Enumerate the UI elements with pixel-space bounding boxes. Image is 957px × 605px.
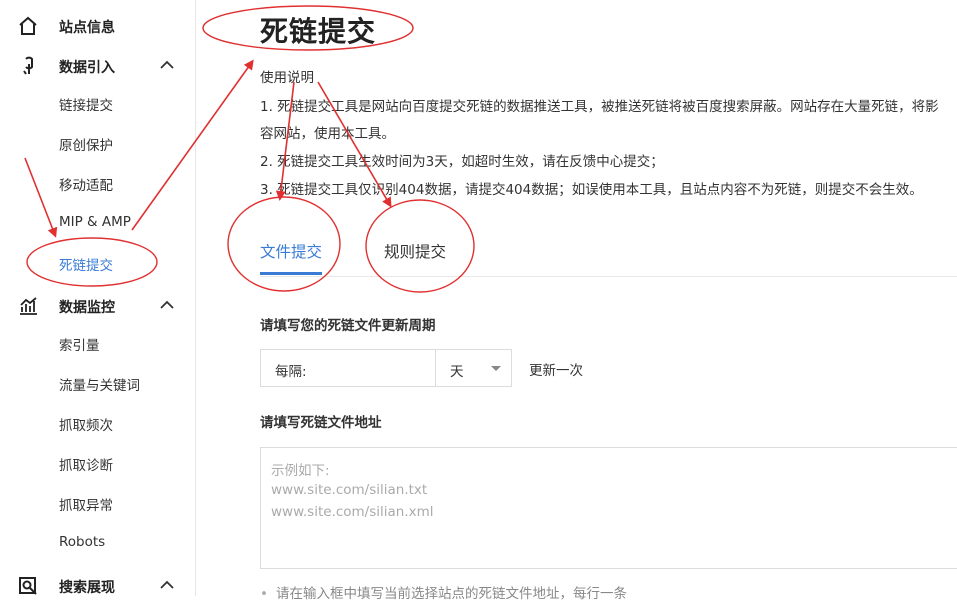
sidebar-group-label: 搜索展现 bbox=[59, 580, 115, 596]
sidebar-item-crawl-diagnosis[interactable]: 抓取诊断 bbox=[0, 445, 195, 481]
submit-tabs: 文件提交 规则提交 bbox=[260, 230, 957, 277]
usage-line: 1. 死链提交工具是网站向百度提交死链的数据推送工具，被推送死链将被百度搜索屏蔽… bbox=[260, 99, 939, 115]
tab-file-submit[interactable]: 文件提交 bbox=[260, 240, 323, 275]
tab-rule-submit[interactable]: 规则提交 bbox=[384, 240, 446, 262]
usage-line: 2. 死链提交工具生效时间为3天，如超时生效，请在反馈中心提交； bbox=[260, 154, 664, 170]
sidebar-item-robots[interactable]: Robots bbox=[0, 525, 195, 561]
dead-link-url-textarea[interactable]: 示例如下: www.site.com/silian.txt www.site.c… bbox=[260, 447, 957, 569]
search-icon bbox=[19, 577, 37, 595]
chevron-up-icon[interactable] bbox=[159, 299, 175, 311]
sidebar-group-search-display[interactable]: 搜索展现 bbox=[0, 565, 195, 605]
sidebar-item-crawl-errors[interactable]: 抓取异常 bbox=[0, 485, 195, 521]
sidebar-item-label: 抓取频次 bbox=[59, 418, 113, 434]
sidebar-item-dead-link-submit[interactable]: 死链提交 bbox=[0, 245, 195, 281]
sidebar-item-label: 死链提交 bbox=[59, 258, 113, 274]
sidebar-group-label: 数据监控 bbox=[59, 300, 115, 316]
sidebar-group-data-monitor[interactable]: 数据监控 bbox=[0, 285, 195, 325]
sidebar-item-label: 链接提交 bbox=[59, 98, 113, 114]
link-icon bbox=[23, 56, 33, 75]
usage-heading: 使用说明 bbox=[260, 70, 314, 86]
usage-line: 3. 死链提交工具仅识别404数据，请提交404数据；如误使用本工具，且站点内容… bbox=[260, 182, 923, 198]
page-title: 死链提交 bbox=[260, 15, 377, 48]
sidebar-item-mobile-adapt[interactable]: 移动适配 bbox=[0, 165, 195, 201]
sidebar-item-label: Robots bbox=[59, 534, 106, 550]
usage-line: 容网站，使用本工具。 bbox=[260, 126, 395, 142]
file-url-section-label: 请填写死链文件地址 bbox=[260, 415, 382, 431]
url-hint: 请在输入框中填写当前选择站点的死链文件地址，每行一条 bbox=[260, 582, 627, 602]
chevron-up-icon[interactable] bbox=[159, 579, 175, 591]
home-icon bbox=[19, 16, 37, 35]
divider bbox=[435, 350, 436, 386]
placeholder-line: www.site.com/silian.txt bbox=[271, 482, 428, 498]
sidebar-item-label: MIP & AMP bbox=[59, 214, 131, 230]
placeholder-line: www.site.com/silian.xml bbox=[271, 504, 434, 520]
sidebar-item-original-protection[interactable]: 原创保护 bbox=[0, 125, 195, 161]
main-content: 死链提交 使用说明 1. 死链提交工具是网站向百度提交死链的数据推送工具，被推送… bbox=[196, 0, 957, 602]
sidebar-item-label: 原创保护 bbox=[59, 138, 113, 154]
period-section-label: 请填写您的死链文件更新周期 bbox=[260, 318, 436, 334]
sidebar-item-mip-amp[interactable]: MIP & AMP bbox=[0, 205, 195, 241]
sidebar-group-label: 站点信息 bbox=[59, 20, 115, 36]
sidebar-item-label: 索引量 bbox=[59, 338, 100, 354]
sidebar-item-traffic-keywords[interactable]: 流量与关键词 bbox=[0, 365, 195, 401]
sidebar-group-site-info[interactable]: 站点信息 bbox=[0, 5, 195, 45]
chart-icon bbox=[20, 297, 37, 315]
update-period-field[interactable]: 每隔: 天 bbox=[260, 349, 512, 387]
sidebar-group-label: 数据引入 bbox=[59, 60, 115, 76]
sidebar-item-label: 流量与关键词 bbox=[59, 378, 140, 394]
sidebar-item-index-volume[interactable]: 索引量 bbox=[0, 325, 195, 361]
placeholder-line: 示例如下: bbox=[271, 463, 330, 479]
sidebar-item-label: 移动适配 bbox=[59, 178, 113, 194]
sidebar-item-crawl-frequency[interactable]: 抓取频次 bbox=[0, 405, 195, 441]
sidebar-nav: 站点信息 数据引入 链接提交 原创保护 移动适配 MIP & AMP 死链提交 … bbox=[0, 0, 196, 596]
chevron-up-icon[interactable] bbox=[159, 59, 175, 71]
sidebar-group-data-import[interactable]: 数据引入 bbox=[0, 45, 195, 85]
caret-down-icon[interactable] bbox=[491, 366, 501, 371]
period-unit-select[interactable]: 天 bbox=[450, 360, 464, 380]
period-suffix: 更新一次 bbox=[529, 363, 583, 379]
sidebar-item-label: 抓取诊断 bbox=[59, 458, 113, 474]
sidebar-item-label: 抓取异常 bbox=[59, 498, 113, 514]
sidebar-item-link-submit[interactable]: 链接提交 bbox=[0, 85, 195, 121]
period-prefix: 每隔: bbox=[275, 364, 307, 380]
